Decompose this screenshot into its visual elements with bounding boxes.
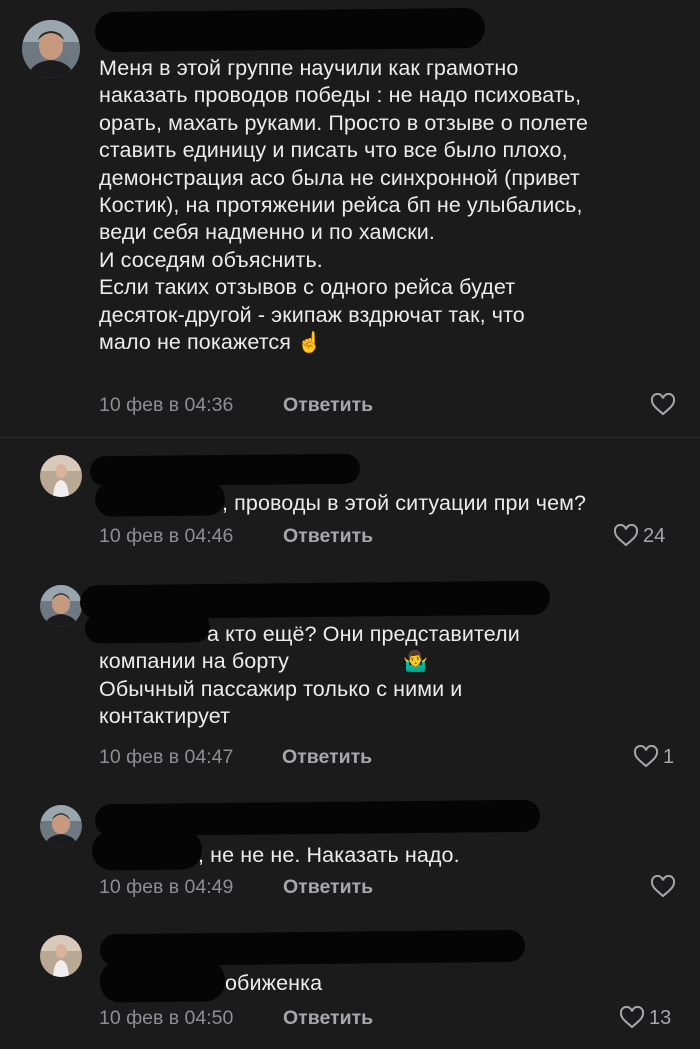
like-button[interactable]	[650, 393, 676, 417]
avatar[interactable]	[40, 585, 82, 627]
avatar[interactable]	[40, 935, 82, 977]
timestamp: 10 фев в 04:47	[99, 746, 234, 768]
avatar[interactable]	[40, 805, 82, 847]
comment-5: обиженка 10 фев в 04:50 Ответить 13	[0, 920, 700, 1049]
reply-button[interactable]: Ответить	[283, 876, 373, 899]
reply-button[interactable]: Ответить	[282, 746, 372, 769]
comment-2: , проводы в этой ситуации при чем? 10 фе…	[0, 437, 700, 555]
timestamp: 10 фев в 04:49	[99, 876, 234, 898]
comment-4: , не не не. Наказать надо. 10 фев в 04:4…	[0, 780, 700, 920]
like-button[interactable]: 24	[613, 524, 665, 548]
heart-icon	[619, 1006, 645, 1029]
avatar[interactable]	[40, 455, 82, 497]
reply-button[interactable]: Ответить	[283, 525, 373, 548]
heart-icon	[633, 745, 659, 768]
comment-1: Меня в этой группе научили как грамотно …	[0, 0, 700, 437]
like-count: 1	[663, 745, 675, 768]
like-count: 24	[643, 524, 666, 547]
timestamp: 10 фев в 04:46	[99, 525, 234, 547]
heart-icon	[650, 393, 676, 416]
comment-body: Меня в этой группе научили как грамотно …	[99, 56, 589, 355]
heart-icon	[613, 524, 639, 547]
avatar[interactable]	[22, 20, 80, 78]
comment-text: , не не не. Наказать надо.	[198, 843, 460, 867]
pointing-up-emoji: ☝️	[297, 332, 323, 355]
like-count: 13	[649, 1006, 672, 1029]
comment-3: а кто ещё? Они представители компании на…	[0, 555, 700, 780]
comment-text: Меня в этой группе научили как грамотно …	[99, 55, 694, 356]
timestamp: 10 фев в 04:36	[99, 394, 234, 416]
redacted-mention	[91, 829, 203, 871]
like-button[interactable]: 13	[619, 1006, 671, 1030]
redacted-mention	[99, 959, 226, 1003]
reply-button[interactable]: Ответить	[283, 1007, 373, 1030]
timestamp: 10 фев в 04:50	[99, 1007, 234, 1029]
comment-text-continued: Обычный пассажир только с ними и контакт…	[99, 677, 463, 729]
comment-text: обиженка	[225, 971, 323, 995]
like-button[interactable]: 1	[633, 745, 674, 769]
like-button[interactable]	[650, 875, 676, 899]
comment-text: , проводы в этой ситуации при чем?	[222, 491, 587, 515]
redacted-mention	[94, 481, 226, 517]
heart-icon	[650, 875, 676, 898]
comment-text: а кто ещё? Они представители компании на…	[99, 621, 689, 676]
redacted-author-name	[94, 7, 486, 53]
reply-button[interactable]: Ответить	[283, 394, 373, 417]
shrug-emoji: 🤷‍♂️	[403, 651, 429, 674]
